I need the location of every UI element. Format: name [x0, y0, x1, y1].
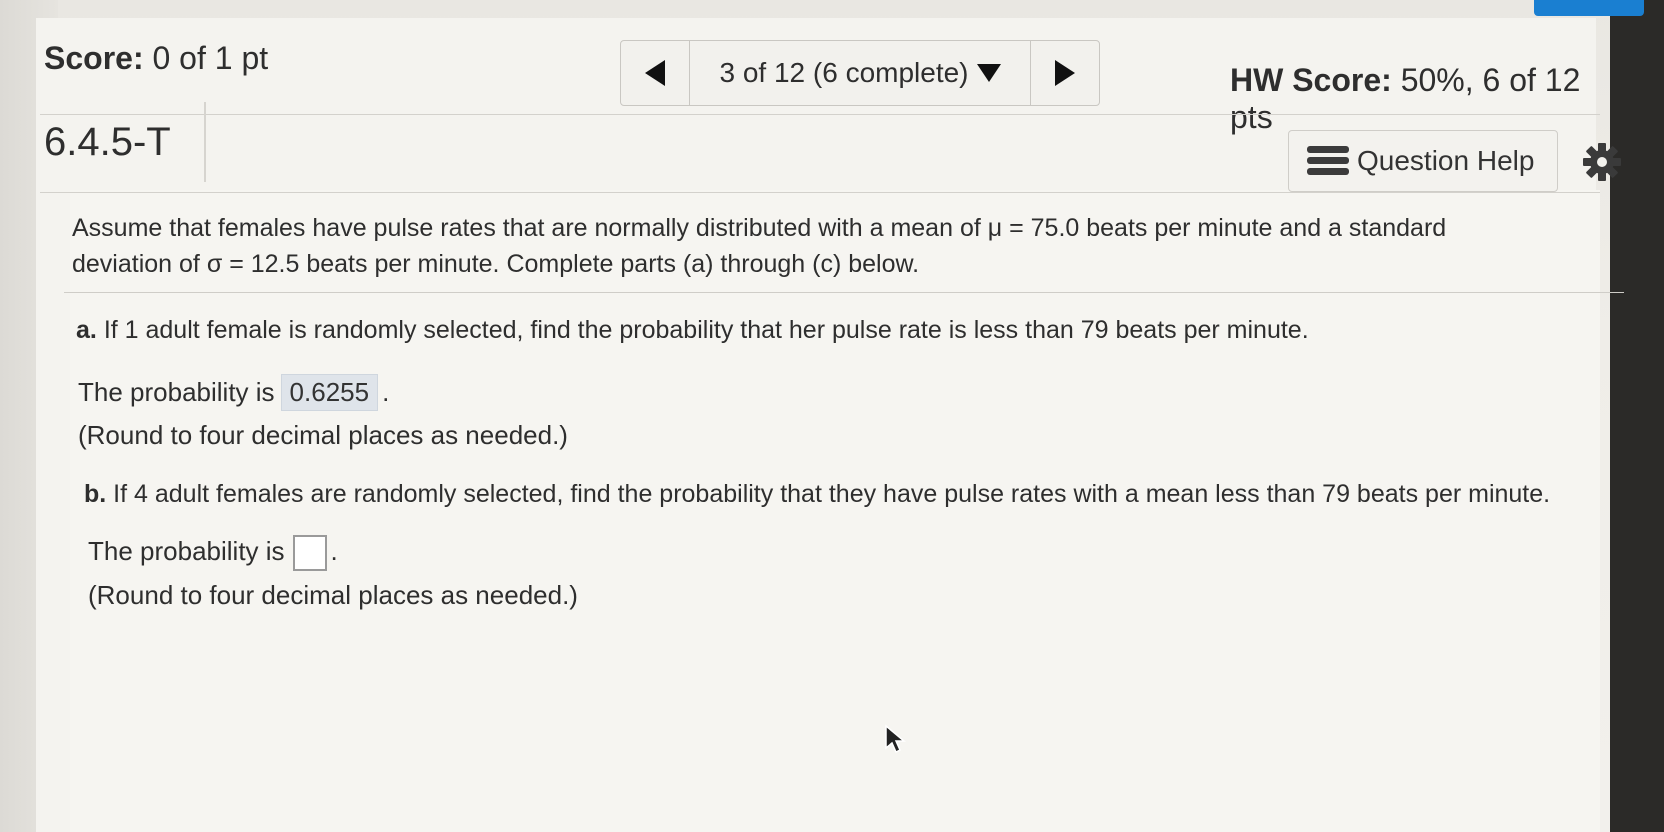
part-a-answer-line: The probability is 0.6255.: [78, 374, 389, 411]
question-intro: Assume that females have pulse rates tha…: [72, 214, 1447, 278]
question-navigator: 3 of 12 (6 complete): [620, 40, 1100, 106]
question-header-divider: [40, 192, 1600, 193]
score-display: Score: 0 of 1 pt: [44, 40, 268, 77]
part-b-text: If 4 adult females are randomly selected…: [113, 480, 1551, 508]
screen: Score: 0 of 1 pt 3 of 12 (6 complete) HW…: [0, 0, 1644, 832]
part-a-answer-suffix: .: [382, 377, 390, 407]
list-icon: [1307, 144, 1351, 178]
score-label: Score:: [44, 40, 144, 76]
part-a-note: (Round to four decimal places as needed.…: [78, 420, 568, 450]
content-area: [70, 190, 1600, 832]
left-triangle-icon: [645, 60, 665, 86]
score-value: 0 of 1 pt: [152, 40, 269, 76]
part-a-letter: a.: [76, 316, 97, 344]
top-action-button[interactable]: [1534, 0, 1644, 16]
question-help-label: Question Help: [1357, 145, 1535, 176]
part-b-note: (Round to four decimal places as needed.…: [88, 580, 578, 610]
part-b-answer-input[interactable]: [292, 535, 327, 571]
question-id: 6.4.5-T: [44, 120, 171, 164]
question-help-button[interactable]: Question Help: [1288, 130, 1558, 192]
mouse-cursor-icon: [885, 724, 906, 754]
part-b-answer-suffix: .: [330, 535, 338, 566]
question-position: 3 of 12 (6 complete): [719, 57, 969, 88]
part-b-answer-prefix: The probability is: [88, 535, 285, 566]
header-divider: [40, 114, 1600, 115]
gear-icon[interactable]: [1582, 142, 1622, 182]
part-a-answer-prefix: The probability is: [78, 377, 275, 407]
next-question-button[interactable]: [1030, 41, 1099, 105]
question-list-dropdown[interactable]: 3 of 12 (6 complete): [690, 41, 1030, 105]
hw-score-display: HW Score: 50%, 6 of 12 pts: [1230, 62, 1610, 136]
part-a-answer-field[interactable]: 0.6255: [280, 374, 379, 411]
previous-question-button[interactable]: [621, 41, 690, 105]
part-b-answer-line: The probability is.: [88, 535, 338, 571]
part-a-prompt: a. If 1 adult female is randomly selecte…: [76, 316, 1309, 345]
hw-score-label: HW Score:: [1230, 62, 1392, 98]
caret-down-icon: [976, 64, 1001, 82]
part-a-text: If 1 adult female is randomly selected, …: [103, 316, 1309, 344]
part-b-prompt: b. If 4 adult females are randomly selec…: [84, 480, 1550, 509]
part-b-letter: b.: [84, 480, 107, 508]
intro-divider: [64, 292, 1624, 293]
right-triangle-icon: [1055, 60, 1075, 86]
question-id-divider: [204, 102, 206, 182]
